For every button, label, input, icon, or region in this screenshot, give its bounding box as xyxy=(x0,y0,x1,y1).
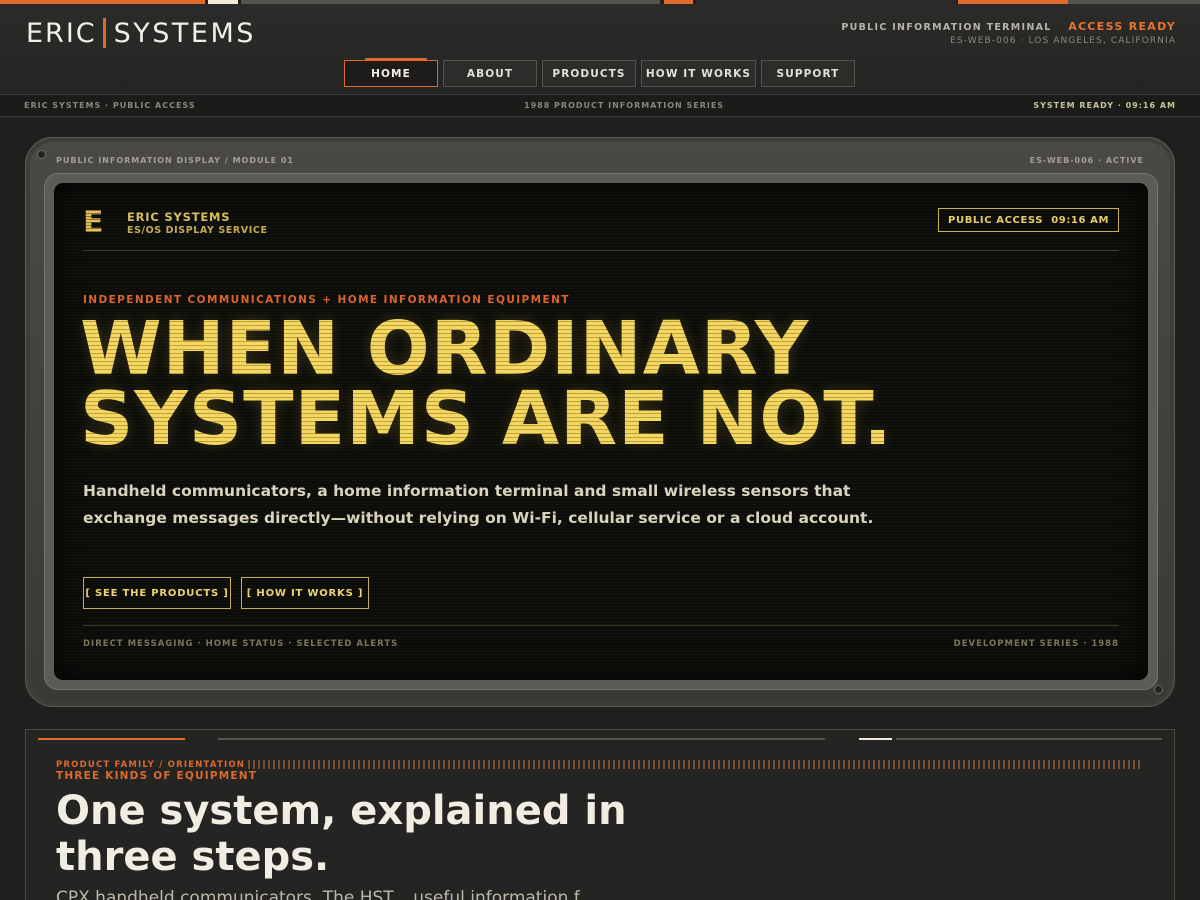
nav-how-it-works[interactable]: HOW IT WORKS xyxy=(641,60,756,87)
section-rule xyxy=(896,738,1162,740)
section-rule xyxy=(218,738,825,740)
section-body: CPX handheld communicators. The HST... u… xyxy=(56,888,595,900)
brand-divider xyxy=(102,18,106,48)
brand-logo[interactable]: ERIC SYSTEMS xyxy=(26,17,256,49)
access-status: ACCESS READY xyxy=(1068,20,1176,33)
terminal-location: ES-WEB-006 · LOS ANGELES, CALIFORNIA xyxy=(950,36,1176,46)
status-center: 1988 PRODUCT INFORMATION SERIES xyxy=(524,101,725,110)
crt-screen: E ERIC SYSTEMS ES/OS DISPLAY SERVICE PUB… xyxy=(54,183,1148,680)
hero-headline: WHEN ORDINARY SYSTEMS ARE NOT. xyxy=(80,312,893,456)
section-kicker-line2: THREE KINDS OF EQUIPMENT xyxy=(56,770,258,782)
display-frame: PUBLIC INFORMATION DISPLAY / MODULE 01 E… xyxy=(25,137,1175,707)
terminal-status: PUBLIC INFORMATION TERMINAL ACCESS READY… xyxy=(841,20,1176,46)
screen-footer-left: DIRECT MESSAGING · HOME STATUS · SELECTE… xyxy=(83,639,399,649)
screw-icon xyxy=(37,150,46,159)
screen-brand-title: ERIC SYSTEMS xyxy=(127,210,231,224)
eric-e-logo-icon: E xyxy=(83,208,113,238)
how-it-works-button[interactable]: [ HOW IT WORKS ] xyxy=(241,577,369,609)
section-accent-line xyxy=(38,738,185,740)
status-bar: ERIC SYSTEMS · PUBLIC ACCESS 1988 PRODUC… xyxy=(0,94,1200,117)
public-access-badge: PUBLIC ACCESS 09:16 AM xyxy=(938,208,1119,232)
hero-lede: Handheld communicators, a home informati… xyxy=(83,482,874,527)
brand-name-right: SYSTEMS xyxy=(113,17,256,49)
nav-support[interactable]: SUPPORT xyxy=(761,60,855,87)
screen-brand-subtitle: ES/OS DISPLAY SERVICE xyxy=(127,225,268,236)
brand-name-left: ERIC xyxy=(26,17,97,49)
screen-divider xyxy=(83,250,1119,251)
screen-footer-right: DEVELOPMENT SERIES · 1988 xyxy=(953,639,1119,649)
nav-home[interactable]: HOME xyxy=(344,58,438,87)
see-products-button[interactable]: [ SEE THE PRODUCTS ] xyxy=(83,577,231,609)
hero-kicker: INDEPENDENT COMMUNICATIONS + HOME INFORM… xyxy=(83,294,570,306)
screen-footer-divider xyxy=(83,625,1119,626)
frame-label-left: PUBLIC INFORMATION DISPLAY / MODULE 01 xyxy=(56,156,294,165)
status-left: ERIC SYSTEMS · PUBLIC ACCESS xyxy=(24,101,196,110)
status-right: SYSTEM READY · 09:16 AM xyxy=(1033,101,1176,110)
section-kicker: PRODUCT FAMILY / ORIENTATION THREE KINDS… xyxy=(56,760,257,782)
screen-bezel: E ERIC SYSTEMS ES/OS DISPLAY SERVICE PUB… xyxy=(44,173,1158,690)
nav-about[interactable]: ABOUT xyxy=(443,60,537,87)
screw-icon xyxy=(1154,685,1163,694)
screen-brand: E ERIC SYSTEMS ES/OS DISPLAY SERVICE xyxy=(83,208,268,238)
frame-label-right: ES-WEB-006 · ACTIVE xyxy=(1029,156,1144,165)
site-header: ERIC SYSTEMS PUBLIC INFORMATION TERMINAL… xyxy=(0,4,1200,94)
section-marker xyxy=(859,738,892,740)
section-tick-rule xyxy=(248,760,1140,769)
terminal-label: PUBLIC INFORMATION TERMINAL xyxy=(841,22,1052,33)
section-title: One system, explained in three steps. xyxy=(56,788,627,880)
product-family-section: PRODUCT FAMILY / ORIENTATION THREE KINDS… xyxy=(25,729,1175,900)
main-nav: HOME ABOUT PRODUCTS HOW IT WORKS SUPPORT xyxy=(344,58,855,87)
hero-headline-line2: SYSTEMS ARE NOT. xyxy=(80,376,893,462)
nav-products[interactable]: PRODUCTS xyxy=(542,60,636,87)
